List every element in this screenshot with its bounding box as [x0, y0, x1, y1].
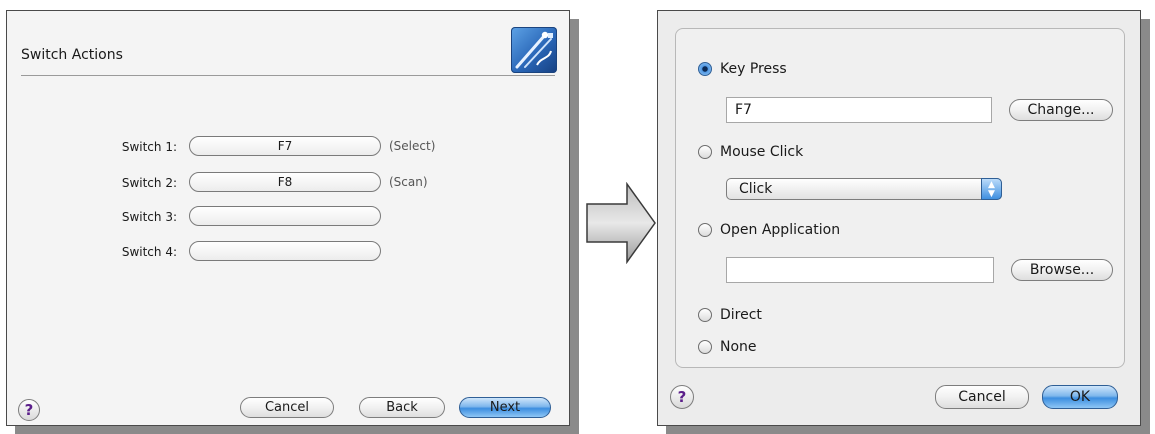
key-press-radio[interactable]: [698, 62, 712, 76]
switch-2-label: Switch 2:: [121, 176, 177, 190]
direct-label: Direct: [720, 307, 762, 323]
next-button[interactable]: Next: [459, 397, 551, 418]
cancel-button[interactable]: Cancel: [240, 397, 334, 418]
action-options-group: Key Press F7 Change... Mouse Click Click…: [675, 28, 1125, 368]
key-press-label: Key Press: [720, 61, 787, 77]
switch-3-field[interactable]: [189, 206, 381, 226]
title-divider: [21, 75, 555, 76]
switch-action-options-dialog: Key Press F7 Change... Mouse Click Click…: [657, 10, 1141, 426]
dialog-title: Switch Actions: [21, 47, 123, 63]
switch-actions-dialog: Switch Actions Switch 1: F7 (Select) Swi…: [6, 10, 570, 426]
ok-button[interactable]: OK: [1042, 385, 1118, 409]
back-button[interactable]: Back: [359, 397, 445, 418]
key-press-field[interactable]: F7: [726, 97, 992, 123]
usb-switch-icon: [511, 27, 557, 73]
cancel-button[interactable]: Cancel: [935, 385, 1029, 409]
mouse-click-label: Mouse Click: [720, 144, 804, 160]
application-path-field[interactable]: [726, 257, 994, 283]
open-application-radio[interactable]: [698, 223, 712, 237]
change-button[interactable]: Change...: [1009, 99, 1113, 121]
help-button[interactable]: ?: [18, 399, 40, 421]
none-radio[interactable]: [698, 340, 712, 354]
switch-4-field[interactable]: [189, 241, 381, 261]
switch-1-label: Switch 1:: [121, 140, 177, 154]
open-application-label: Open Application: [720, 222, 841, 238]
mouse-click-radio[interactable]: [698, 145, 712, 159]
mouse-click-popup-value: Click: [739, 181, 773, 197]
switch-4-label: Switch 4:: [121, 245, 177, 259]
switch-1-field[interactable]: F7: [189, 136, 381, 156]
right-arrow-icon: [586, 182, 656, 264]
switch-2-field[interactable]: F8: [189, 172, 381, 192]
direct-radio[interactable]: [698, 308, 712, 322]
none-label: None: [720, 339, 757, 355]
switch-2-note: (Scan): [389, 175, 428, 189]
switch-1-note: (Select): [389, 139, 436, 153]
browse-button[interactable]: Browse...: [1011, 259, 1113, 281]
switch-3-label: Switch 3:: [121, 210, 177, 224]
mouse-click-popup[interactable]: Click ▲ ▼: [726, 178, 1002, 200]
popup-arrows-icon: ▲ ▼: [981, 178, 1002, 200]
help-button[interactable]: ?: [670, 385, 694, 409]
